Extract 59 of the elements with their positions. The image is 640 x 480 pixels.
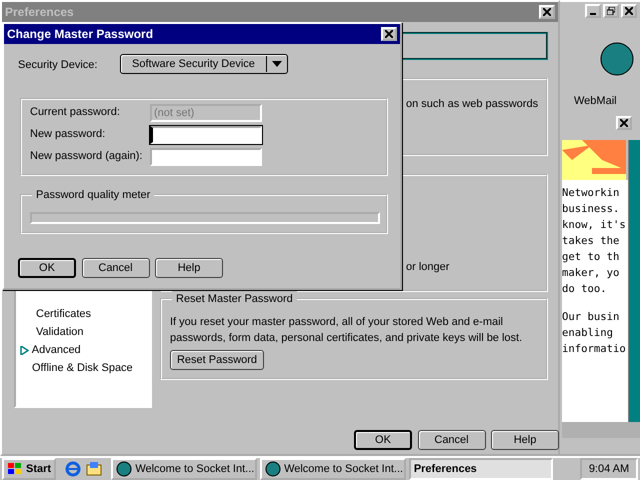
- close-button[interactable]: [621, 4, 637, 18]
- taskbar-button[interactable]: Welcome to Socket Int...: [260, 458, 406, 480]
- close-icon: [385, 30, 393, 38]
- field-label: Security Device:: [18, 58, 98, 73]
- description-text: on such as web passwords: [406, 97, 538, 112]
- tree-item[interactable]: Validation: [36, 324, 84, 340]
- text-line: maker, yo: [562, 266, 620, 281]
- scrollbar[interactable]: [562, 422, 640, 438]
- dropdown[interactable]: Software Security Device: [120, 54, 288, 74]
- window-title: Preferences: [5, 4, 74, 21]
- text-line: get to th: [562, 250, 620, 265]
- close-icon: [620, 118, 628, 127]
- minimize-button[interactable]: [585, 4, 601, 18]
- globe-icon: [116, 460, 132, 478]
- text-line: enabling: [562, 326, 614, 341]
- close-button[interactable]: [381, 27, 397, 41]
- text-line: Networkin: [562, 186, 620, 201]
- text-line: informatio: [562, 342, 627, 357]
- dialog-title: Change Master Password: [7, 26, 154, 43]
- text-line: do too.: [562, 282, 608, 297]
- restore-button[interactable]: [603, 4, 619, 18]
- dialog-button[interactable]: Help: [491, 430, 559, 450]
- text-line: Our busin: [562, 310, 620, 325]
- logo-icon: [600, 42, 634, 76]
- taskbar-button[interactable]: Welcome to Socket Int...: [111, 458, 258, 480]
- reset-password-button[interactable]: Reset Password: [170, 350, 264, 370]
- text-line: takes the: [562, 234, 620, 249]
- group-title: Password quality meter: [32, 187, 154, 204]
- dialog-button[interactable]: OK: [18, 258, 76, 278]
- field-label: New password (again):: [30, 149, 142, 164]
- dialog-button[interactable]: Cancel: [418, 430, 486, 450]
- close-icon: [625, 6, 633, 15]
- password-field[interactable]: [150, 126, 262, 144]
- globe-icon: [265, 460, 282, 478]
- clock: 9:04 AM: [580, 458, 638, 480]
- start-button[interactable]: Start: [2, 458, 56, 480]
- dialog-button[interactable]: OK: [354, 430, 412, 450]
- tree-item[interactable]: Certificates: [36, 306, 92, 322]
- taskbar-button[interactable]: Preferences: [408, 458, 553, 480]
- restore-icon: [607, 6, 615, 15]
- password-field[interactable]: [150, 148, 262, 166]
- close-button[interactable]: [539, 5, 555, 19]
- text-line: know, it's: [562, 218, 627, 233]
- dialog-button[interactable]: Help: [155, 258, 223, 278]
- browser-icon[interactable]: [64, 460, 82, 478]
- field-label: Current password:: [30, 105, 120, 120]
- toolbar-link[interactable]: WebMail: [574, 93, 617, 110]
- tree-item[interactable]: Advanced: [32, 342, 81, 358]
- desktop-icon[interactable]: [85, 460, 104, 478]
- close-icon: [543, 8, 551, 16]
- description-text: or longer: [406, 260, 450, 275]
- close-button[interactable]: [616, 116, 632, 130]
- minimize-icon: [590, 12, 596, 15]
- tree-item[interactable]: Offline & Disk Space: [32, 360, 133, 376]
- scrollbar[interactable]: [628, 140, 640, 422]
- text-line: business.: [562, 202, 620, 217]
- field-label: New password:: [30, 127, 106, 142]
- dialog-button[interactable]: Cancel: [82, 258, 150, 278]
- description-text: If you reset your master password, all of your stored Web and e-mail passwords, form data, personal certificates, and private keys will be lost.: [170, 315, 524, 346]
